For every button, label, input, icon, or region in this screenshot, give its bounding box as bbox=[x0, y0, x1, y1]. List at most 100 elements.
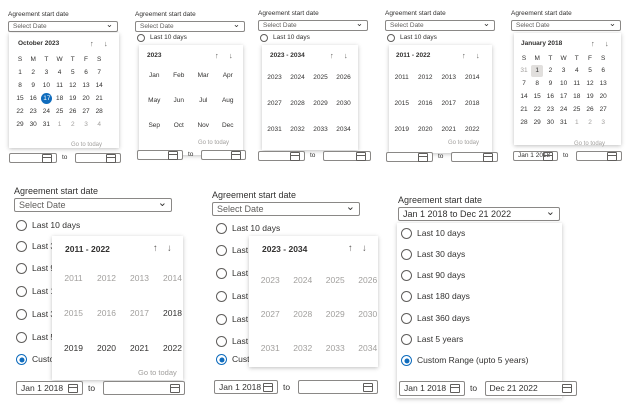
day-cell[interactable]: 26 bbox=[584, 104, 596, 116]
year-cell[interactable]: 2026 bbox=[333, 66, 354, 90]
month-cell[interactable]: May bbox=[143, 89, 166, 112]
day-cell[interactable]: 8 bbox=[531, 78, 543, 90]
day-cell[interactable]: 5 bbox=[67, 67, 79, 79]
to-date-input[interactable] bbox=[74, 153, 121, 163]
from-date-input[interactable] bbox=[386, 152, 433, 162]
next-arrow-icon[interactable]: ↓ bbox=[344, 51, 348, 60]
from-date-input[interactable] bbox=[258, 151, 305, 161]
day-cell[interactable]: 18 bbox=[54, 93, 66, 105]
day-cell[interactable]: 20 bbox=[80, 93, 92, 105]
radio-button[interactable] bbox=[216, 245, 227, 256]
range-option-label[interactable]: Last 90 days bbox=[417, 270, 465, 280]
from-date-input[interactable]: Jan 1 2018 bbox=[16, 381, 83, 395]
range-option-label[interactable]: Last 180 days bbox=[417, 291, 470, 301]
radio-button[interactable] bbox=[16, 220, 27, 231]
from-date-input[interactable]: Jan 1 2018 bbox=[399, 381, 465, 396]
year-cell[interactable]: 2023 bbox=[255, 264, 286, 296]
day-cell[interactable]: 3 bbox=[558, 65, 570, 77]
day-cell[interactable]: 4 bbox=[93, 119, 105, 131]
month-cell[interactable]: Aug bbox=[217, 89, 240, 112]
day-cell[interactable]: 15 bbox=[14, 93, 26, 105]
calendar-icon[interactable] bbox=[482, 152, 493, 162]
year-cell[interactable]: 2016 bbox=[91, 297, 122, 330]
day-cell[interactable]: 2 bbox=[67, 119, 79, 131]
to-date-input[interactable]: Dec 21 2022 bbox=[484, 381, 577, 396]
radio-button[interactable] bbox=[401, 334, 412, 345]
year-cell[interactable]: 2024 bbox=[287, 66, 308, 90]
previous-arrow-icon[interactable]: ↑ bbox=[153, 243, 158, 254]
year-cell[interactable]: 2018 bbox=[157, 297, 188, 330]
radio-button[interactable] bbox=[216, 223, 227, 234]
calendar-icon[interactable] bbox=[68, 383, 78, 393]
year-cell[interactable]: 2018 bbox=[462, 92, 484, 116]
next-arrow-icon[interactable]: ↓ bbox=[605, 39, 609, 48]
from-date-input[interactable]: Jan 1 2018 bbox=[513, 151, 558, 161]
month-cell[interactable]: Nov bbox=[192, 114, 215, 137]
year-cell[interactable]: 2011 bbox=[58, 262, 89, 295]
day-cell[interactable]: 30 bbox=[27, 119, 39, 131]
previous-arrow-icon[interactable]: ↑ bbox=[591, 39, 595, 48]
day-cell[interactable]: 18 bbox=[571, 91, 583, 103]
radio-button[interactable] bbox=[260, 34, 268, 42]
to-date-input[interactable] bbox=[297, 380, 378, 394]
calendar-title[interactable]: 2011 - 2022 bbox=[396, 52, 430, 59]
date-range-select[interactable]: Select Date ⌄ bbox=[14, 198, 172, 212]
year-cell[interactable]: 2022 bbox=[462, 118, 484, 142]
day-cell[interactable]: 22 bbox=[531, 104, 543, 116]
calendar-title[interactable]: 2023 - 2034 bbox=[270, 52, 305, 59]
month-cell[interactable]: Oct bbox=[168, 114, 191, 137]
day-cell[interactable]: 1 bbox=[531, 65, 544, 77]
day-cell[interactable]: 6 bbox=[597, 65, 609, 77]
year-cell[interactable]: 2025 bbox=[320, 264, 351, 296]
calendar-icon[interactable] bbox=[362, 382, 373, 392]
calendar-icon[interactable] bbox=[418, 152, 428, 162]
year-cell[interactable]: 2015 bbox=[58, 297, 89, 330]
year-cell[interactable]: 2027 bbox=[264, 92, 285, 116]
day-cell[interactable]: 11 bbox=[571, 78, 583, 90]
day-cell[interactable]: 26 bbox=[67, 106, 79, 118]
date-range-select[interactable]: Select Date ⌄ bbox=[385, 18, 495, 31]
radio-button[interactable] bbox=[16, 263, 27, 274]
year-cell[interactable]: 2013 bbox=[124, 262, 155, 295]
year-cell[interactable]: 2021 bbox=[124, 332, 155, 365]
next-arrow-icon[interactable]: ↓ bbox=[362, 243, 367, 254]
day-cell[interactable]: 21 bbox=[93, 93, 105, 105]
year-cell[interactable]: 2016 bbox=[415, 92, 437, 116]
calendar-icon[interactable] bbox=[290, 151, 300, 161]
go-to-today-link[interactable]: Go to today bbox=[198, 140, 229, 146]
day-cell[interactable]: 23 bbox=[27, 106, 39, 118]
year-cell[interactable]: 2017 bbox=[438, 92, 460, 116]
day-cell[interactable]: 12 bbox=[584, 78, 596, 90]
month-cell[interactable]: Sep bbox=[143, 114, 166, 137]
day-cell[interactable]: 3 bbox=[80, 119, 92, 131]
year-cell[interactable]: 2031 bbox=[264, 118, 285, 142]
radio-button[interactable] bbox=[16, 354, 27, 365]
from-date-input[interactable] bbox=[9, 153, 57, 163]
day-cell[interactable]: 19 bbox=[67, 93, 79, 105]
year-cell[interactable]: 2030 bbox=[353, 298, 384, 330]
day-cell[interactable]: 22 bbox=[14, 106, 26, 118]
date-range-select[interactable]: Select Date ⌄ bbox=[212, 202, 360, 216]
calendar-icon[interactable] bbox=[450, 384, 460, 393]
day-cell[interactable]: 1 bbox=[571, 117, 583, 129]
day-cell[interactable]: 3 bbox=[597, 117, 609, 129]
radio-button[interactable] bbox=[216, 268, 227, 279]
year-cell[interactable]: 2030 bbox=[333, 92, 354, 116]
year-cell[interactable]: 2024 bbox=[288, 264, 319, 296]
year-cell[interactable]: 2028 bbox=[288, 298, 319, 330]
range-option-label[interactable]: Last 10 days bbox=[32, 220, 80, 230]
day-cell[interactable]: 2 bbox=[27, 67, 39, 79]
month-cell[interactable]: Mar bbox=[192, 64, 215, 87]
next-arrow-icon[interactable]: ↓ bbox=[167, 243, 172, 254]
date-range-select[interactable]: Select Date ⌄ bbox=[511, 18, 621, 31]
year-cell[interactable]: 2019 bbox=[58, 332, 89, 365]
next-arrow-icon[interactable]: ↓ bbox=[476, 51, 480, 60]
year-cell[interactable]: 2014 bbox=[157, 262, 188, 295]
calendar-icon[interactable] bbox=[168, 150, 178, 160]
day-cell[interactable]: 10 bbox=[40, 80, 52, 92]
go-to-today-link[interactable]: Go to today bbox=[71, 142, 102, 148]
year-cell[interactable]: 2022 bbox=[157, 332, 188, 365]
date-range-select[interactable]: Jan 1 2018 to Dec 21 2022 ⌄ bbox=[398, 207, 560, 221]
day-cell[interactable]: 30 bbox=[544, 117, 556, 129]
day-cell[interactable]: 10 bbox=[558, 78, 570, 90]
